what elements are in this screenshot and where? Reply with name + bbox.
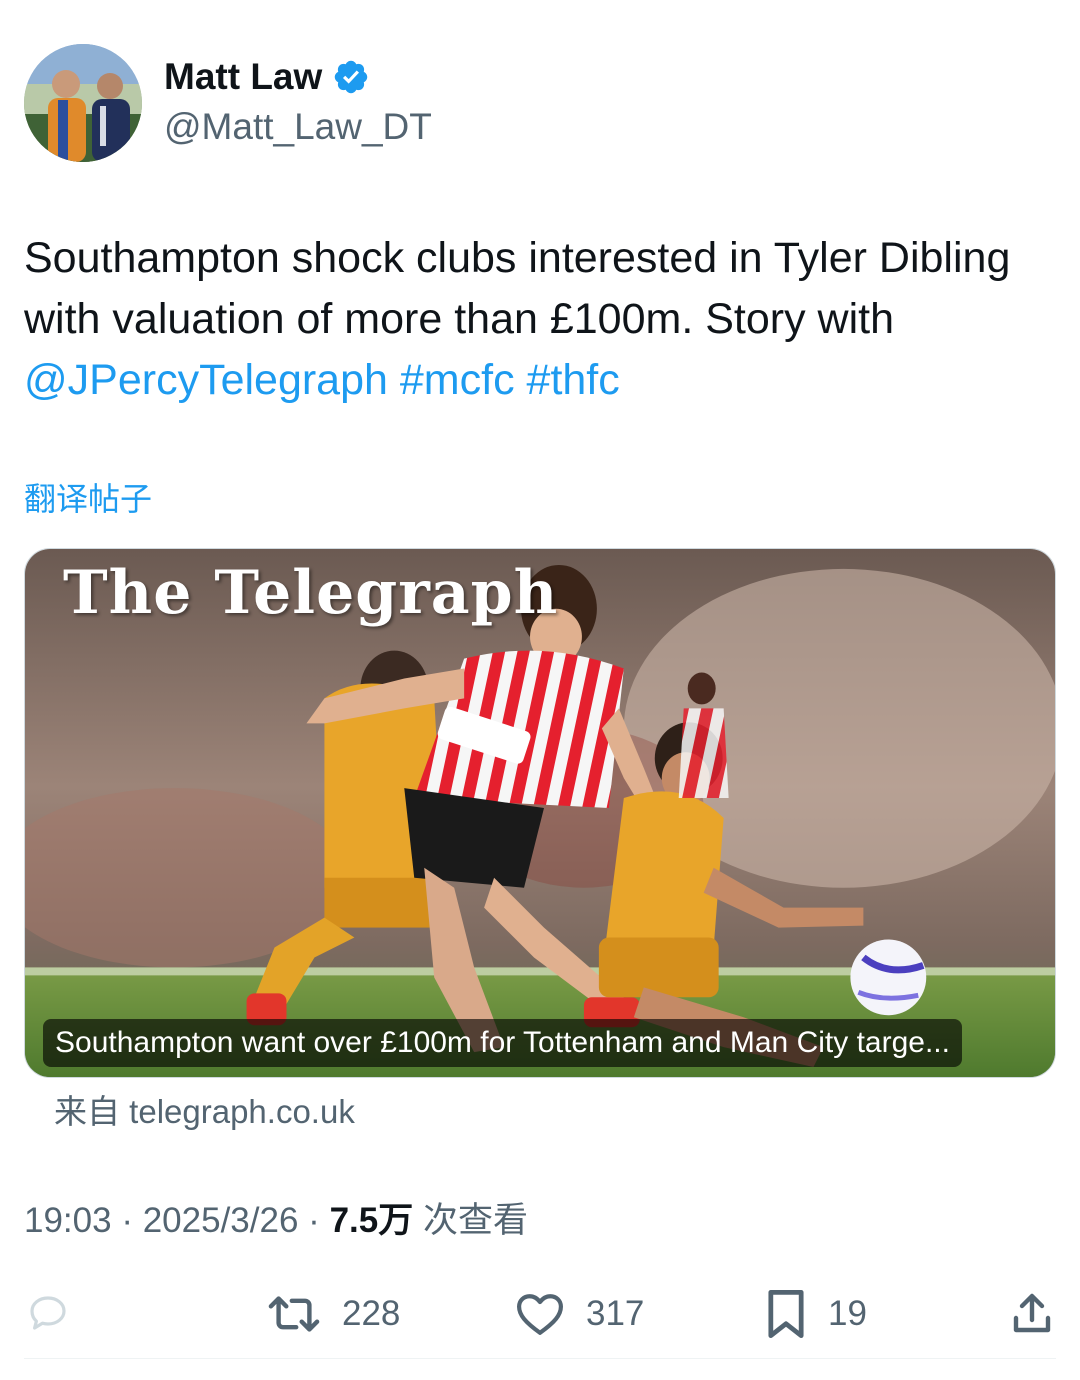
retweet-button[interactable]: 228 [266, 1284, 400, 1344]
action-bar: 228 317 19 [24, 1284, 1060, 1344]
bookmark-count: 19 [828, 1294, 867, 1333]
author-display-name[interactable]: Matt Law [164, 55, 322, 99]
views-label: 次查看 [422, 1201, 528, 1240]
meta-separator: · [308, 1201, 320, 1240]
tweet-time[interactable]: 19:03 [24, 1201, 112, 1240]
retweet-icon [268, 1296, 320, 1332]
card-headline: Southampton want over £100m for Tottenha… [43, 1019, 962, 1067]
bookmark-button[interactable]: 19 [764, 1284, 867, 1344]
bookmark-icon [768, 1289, 804, 1339]
author-avatar[interactable] [24, 44, 142, 162]
retweet-count: 228 [342, 1294, 401, 1333]
translate-post-link[interactable]: 翻译帖子 [24, 478, 152, 520]
tweet-body: Southampton shock clubs interested in Ty… [24, 228, 1054, 411]
tweet-header: Matt Law @Matt_Law_DT [24, 44, 432, 162]
verified-badge-icon [332, 58, 370, 96]
reply-icon [30, 1296, 66, 1330]
like-count: 317 [586, 1294, 645, 1333]
mention-link[interactable]: @JPercyTelegraph [24, 356, 388, 404]
author-names: Matt Law @Matt_Law_DT [164, 55, 432, 151]
share-icon [1013, 1293, 1051, 1333]
bottom-divider [24, 1358, 1056, 1359]
card-source[interactable]: 来自 telegraph.co.uk [54, 1090, 355, 1134]
tweet-meta: 19:03 · 2025/3/26 · 7.5万 次查看 [24, 1196, 528, 1246]
tweet-date[interactable]: 2025/3/26 [143, 1201, 299, 1240]
meta-separator: · [121, 1201, 133, 1240]
link-card[interactable]: The Telegraph Southampton want over £100… [24, 548, 1056, 1078]
avatar-photo [24, 44, 142, 162]
like-button[interactable]: 317 [514, 1284, 644, 1344]
author-handle[interactable]: @Matt_Law_DT [164, 103, 432, 151]
display-name-row: Matt Law [164, 55, 432, 99]
hashtag-link-thfc[interactable]: #thfc [527, 356, 620, 404]
tweet-text: Southampton shock clubs interested in Ty… [24, 234, 1011, 343]
views-count[interactable]: 7.5万 [330, 1201, 414, 1240]
share-button[interactable] [1008, 1284, 1056, 1344]
reply-button[interactable] [24, 1284, 72, 1344]
hashtag-link-mcfc[interactable]: #mcfc [400, 356, 515, 404]
telegraph-masthead: The Telegraph [63, 558, 559, 628]
heart-icon [516, 1294, 563, 1335]
